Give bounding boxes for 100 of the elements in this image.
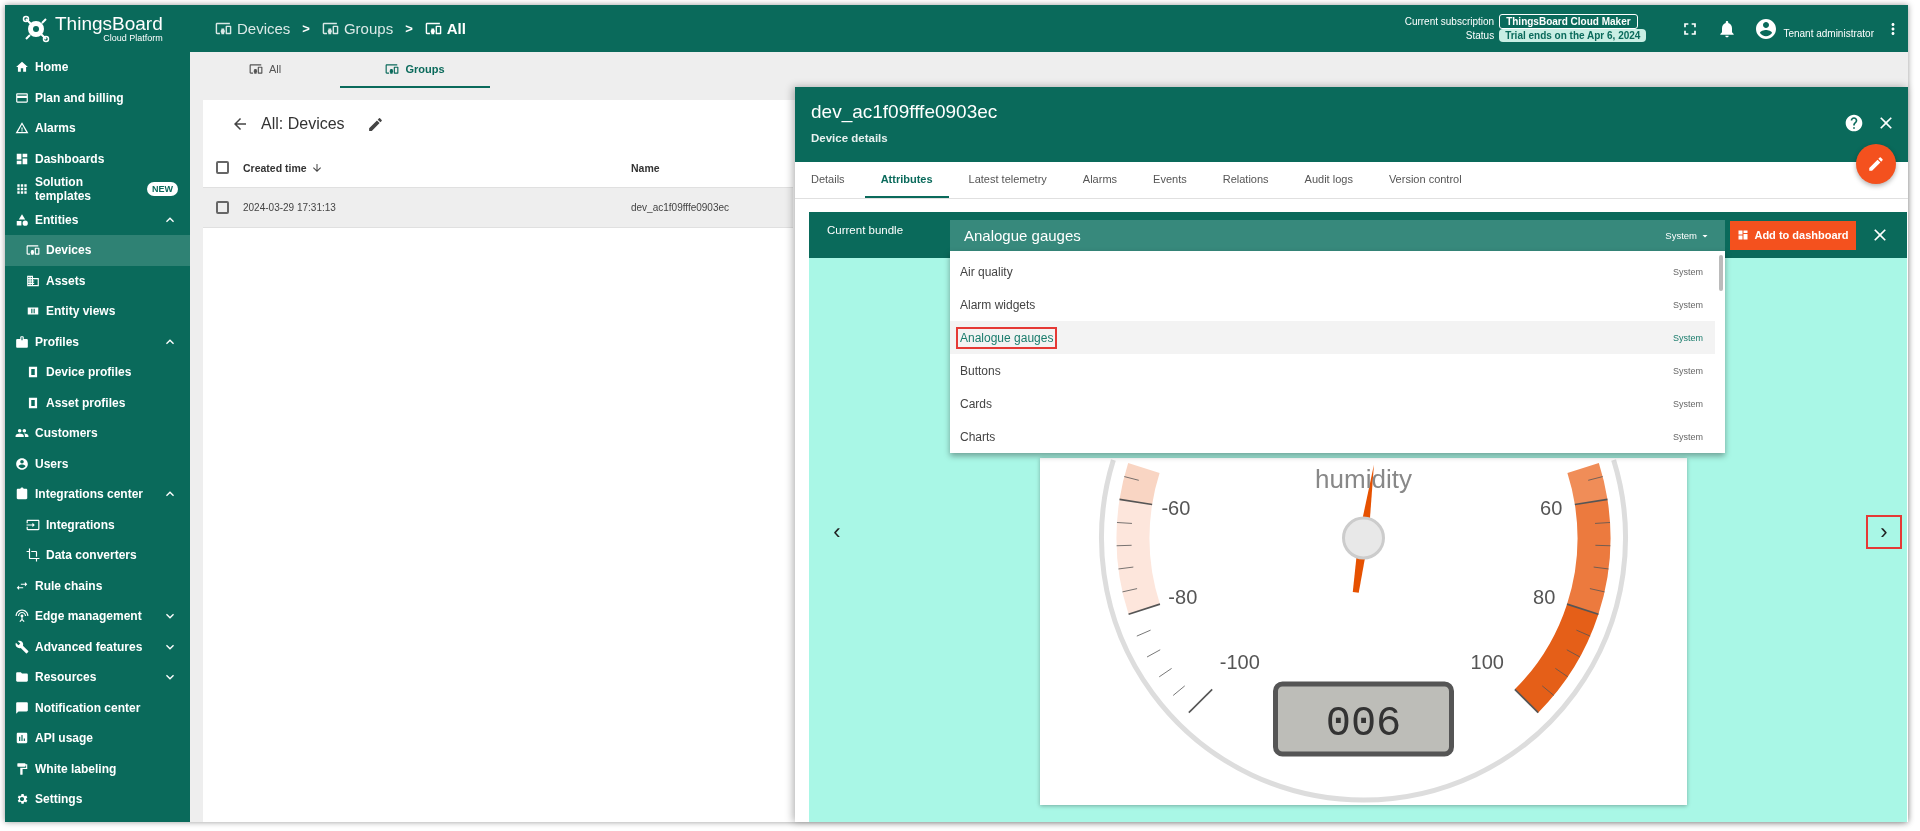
tab[interactable]: Attributes bbox=[864, 162, 949, 198]
breadcrumb-link[interactable]: Devices bbox=[215, 20, 291, 37]
previous-button[interactable]: ‹ bbox=[819, 514, 855, 549]
devices-icon bbox=[26, 243, 40, 258]
document-icon bbox=[26, 395, 40, 410]
menu-item[interactable]: Air quality System bbox=[950, 255, 1715, 288]
menu-item[interactable]: Charts System bbox=[950, 420, 1715, 453]
sidebar-item[interactable]: Assets bbox=[5, 265, 190, 296]
tab[interactable]: Latest telemetry bbox=[952, 162, 1063, 198]
clipboard-icon bbox=[15, 487, 29, 502]
tab[interactable]: Groups bbox=[340, 52, 490, 88]
panel-subtitle: Device details bbox=[811, 132, 889, 144]
tab[interactable]: Events bbox=[1137, 162, 1203, 198]
bundle-label: Current bundle bbox=[826, 224, 905, 236]
sidebar-item[interactable]: Plan and billing bbox=[5, 82, 190, 113]
tools-icon bbox=[15, 639, 29, 654]
tab[interactable]: Version control bbox=[1372, 162, 1478, 198]
table-cell: dev_ac1f09fffe0903ec bbox=[631, 202, 730, 213]
edit-button[interactable] bbox=[1856, 144, 1896, 184]
table-row[interactable]: 2024-03-29 17:31:13 dev_ac1f09fffe0903ec bbox=[203, 188, 793, 228]
display-value: 006 bbox=[1325, 700, 1401, 748]
sidebar-item[interactable]: Rule chains bbox=[5, 570, 190, 601]
scrollbar bbox=[1719, 255, 1723, 291]
breadcrumb-link[interactable]: Groups bbox=[321, 20, 394, 37]
menu-item[interactable]: Alarm widgets System bbox=[950, 288, 1715, 321]
chat-icon bbox=[15, 700, 29, 715]
crop-icon bbox=[26, 548, 40, 563]
sidebar-item[interactable]: Advanced features bbox=[5, 631, 190, 662]
breadcrumb-separator: > bbox=[405, 21, 413, 36]
sidebar-item[interactable]: Alarms bbox=[5, 113, 190, 144]
sidebar-item[interactable]: Integrations center bbox=[5, 479, 190, 510]
logo-icon bbox=[21, 13, 51, 44]
new-badge: NEW bbox=[147, 182, 178, 197]
menu-item[interactable]: Cards System bbox=[950, 387, 1715, 420]
help-icon[interactable] bbox=[1844, 113, 1864, 133]
select-all-checkbox[interactable] bbox=[216, 161, 229, 174]
scale-label: -100 bbox=[1219, 650, 1260, 673]
credit-card-icon bbox=[15, 90, 29, 105]
scale-label: -60 bbox=[1160, 497, 1190, 520]
logo-subtitle: Cloud Platform bbox=[103, 34, 163, 43]
tab[interactable]: Details bbox=[795, 162, 861, 198]
column-header[interactable]: Created time bbox=[243, 161, 307, 174]
warning-icon bbox=[15, 121, 29, 136]
pencil-icon bbox=[1867, 155, 1885, 173]
scope-filter[interactable]: System bbox=[1665, 230, 1697, 241]
edit-icon[interactable] bbox=[366, 115, 384, 133]
antenna-icon bbox=[15, 609, 29, 624]
table-cell: 2024-03-29 17:31:13 bbox=[243, 202, 336, 213]
tab[interactable]: Audit logs bbox=[1288, 162, 1369, 198]
scale-label: 100 bbox=[1470, 650, 1504, 673]
tab[interactable]: Relations bbox=[1206, 162, 1285, 198]
sidebar-item[interactable]: Integrations bbox=[5, 509, 190, 540]
sidebar-item[interactable]: White labeling bbox=[5, 753, 190, 784]
sidebar-item[interactable]: Customers bbox=[5, 418, 190, 449]
menu-item[interactable]: Analogue gauges System bbox=[950, 321, 1715, 354]
scale-label: 60 bbox=[1539, 497, 1562, 520]
row-checkbox[interactable] bbox=[216, 201, 229, 214]
sidebar-item[interactable]: API usage bbox=[5, 723, 190, 754]
sidebar-item[interactable]: Solution templates NEW bbox=[5, 174, 190, 205]
sidebar-item[interactable]: Profiles bbox=[5, 326, 190, 357]
avatar-icon[interactable] bbox=[1754, 16, 1779, 41]
status-badge: Trial ends on the Apr 6, 2024 bbox=[1499, 29, 1647, 42]
sidebar-item[interactable]: Asset profiles bbox=[5, 387, 190, 418]
sidebar-item[interactable]: Settings bbox=[5, 784, 190, 815]
tab[interactable]: Alarms bbox=[1066, 162, 1134, 198]
list-title: All: Devices bbox=[261, 115, 345, 133]
sidebar-item[interactable]: Edge management bbox=[5, 601, 190, 632]
subscription-label: Current subscription bbox=[1404, 16, 1495, 27]
dashboard-icon bbox=[1737, 229, 1750, 241]
dashboard-icon bbox=[15, 151, 29, 166]
breadcrumb-separator: > bbox=[302, 21, 310, 36]
building-icon bbox=[26, 273, 40, 288]
home-icon bbox=[15, 60, 29, 75]
sidebar-item[interactable]: Entities bbox=[5, 204, 190, 235]
briefcase-icon bbox=[15, 334, 29, 349]
menu-item[interactable]: Buttons System bbox=[950, 354, 1715, 387]
bar-chart-icon bbox=[15, 731, 29, 746]
breadcrumb-link[interactable]: All bbox=[424, 20, 466, 37]
next-button[interactable]: › bbox=[1866, 514, 1902, 549]
sidebar-item[interactable]: Users bbox=[5, 448, 190, 479]
sidebar-item[interactable]: Data converters bbox=[5, 540, 190, 571]
folder-icon bbox=[15, 670, 29, 685]
status-label: Status bbox=[1464, 30, 1495, 41]
select-value: Analogue gauges bbox=[964, 227, 1082, 244]
subscription-badge: ThingsBoard Cloud Maker bbox=[1499, 14, 1638, 29]
column-header[interactable]: Name bbox=[631, 161, 660, 174]
add-to-dashboard-button[interactable]: Add to dashboard bbox=[1730, 220, 1856, 250]
tab[interactable]: All bbox=[190, 52, 340, 88]
sidebar-item[interactable]: Notification center bbox=[5, 692, 190, 723]
sidebar-item[interactable]: Entity views bbox=[5, 296, 190, 327]
document-icon bbox=[26, 365, 40, 380]
devices-icon bbox=[321, 20, 339, 37]
devices-icon bbox=[424, 20, 442, 37]
sidebar-item[interactable]: Home bbox=[5, 52, 190, 83]
devices-icon bbox=[248, 62, 263, 76]
settings-icon bbox=[15, 792, 29, 807]
sidebar-item[interactable]: Devices bbox=[5, 235, 190, 266]
sidebar-item[interactable]: Resources bbox=[5, 662, 190, 693]
sidebar-item[interactable]: Dashboards bbox=[5, 143, 190, 174]
sidebar-item[interactable]: Device profiles bbox=[5, 357, 190, 388]
